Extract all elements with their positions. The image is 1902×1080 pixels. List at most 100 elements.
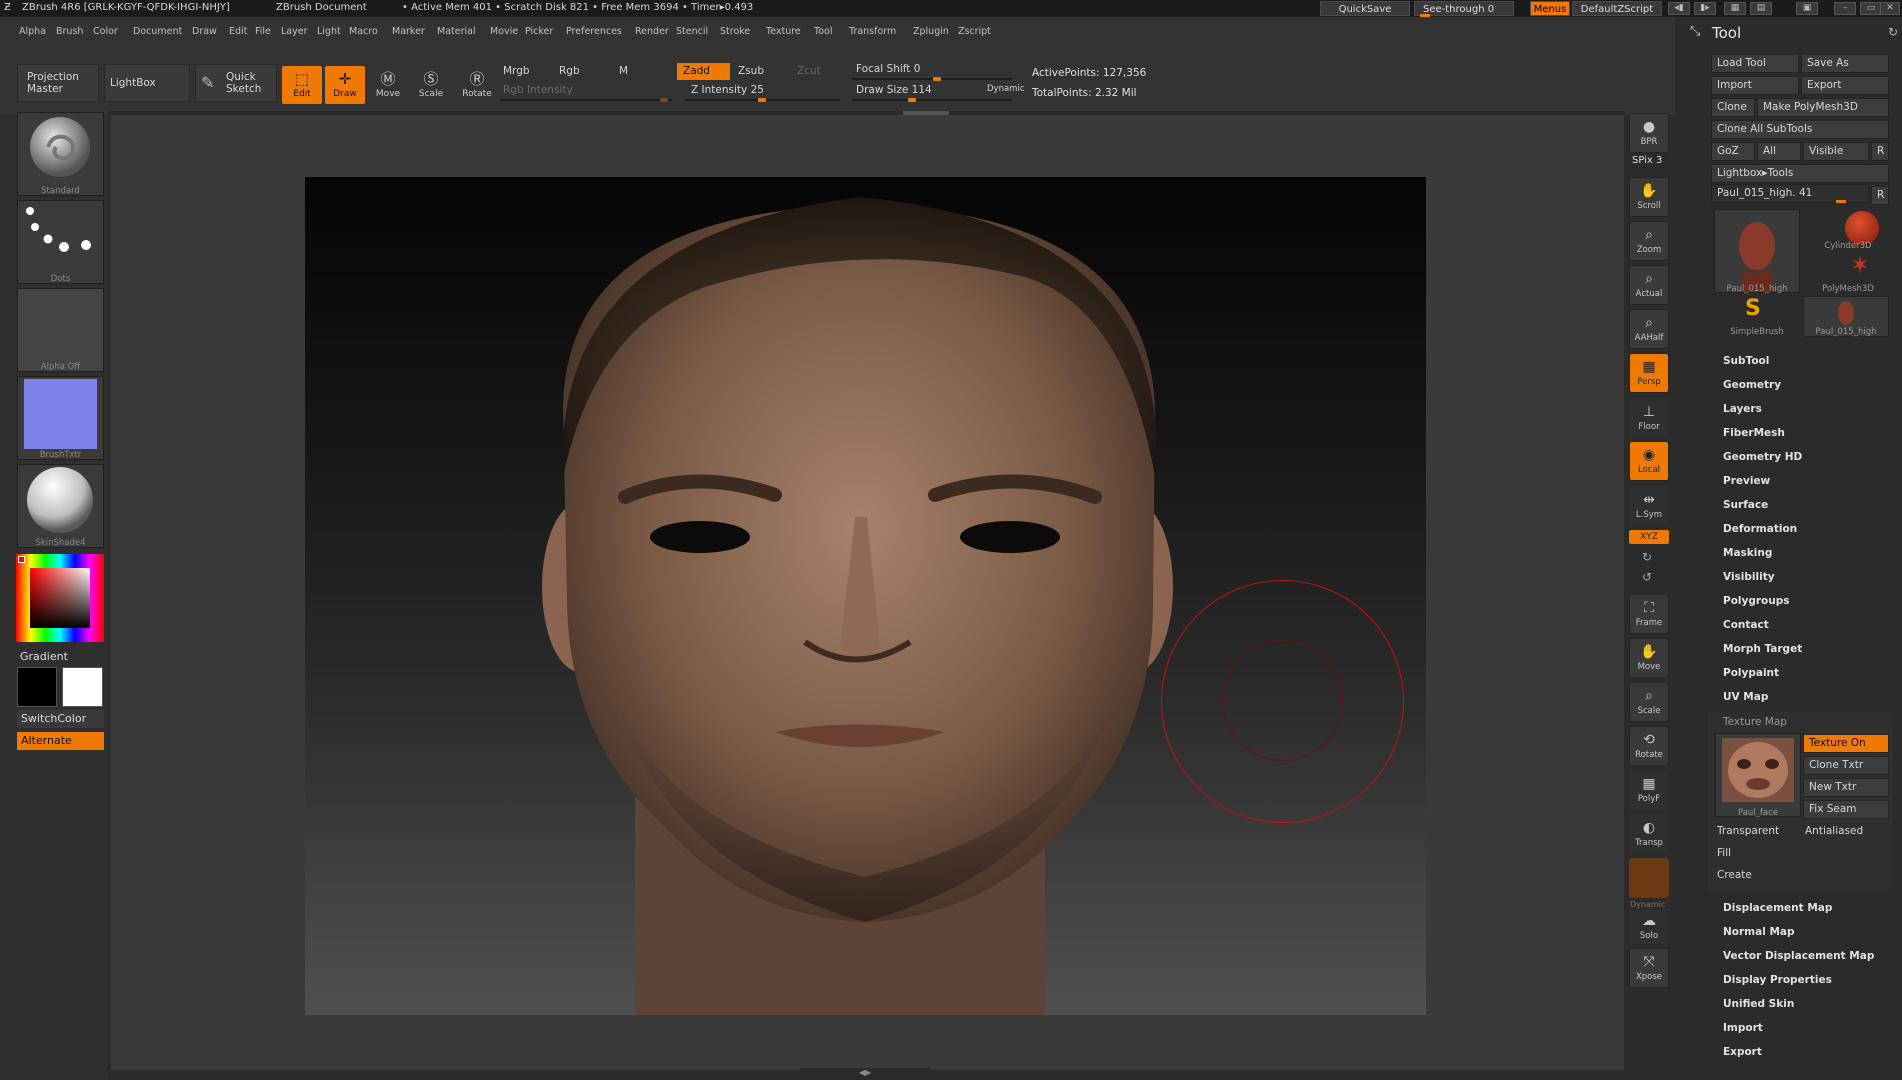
- alpha-picker[interactable]: [17, 288, 104, 372]
- clone-all-subtools-button[interactable]: Clone All SubTools: [1711, 120, 1889, 139]
- subpalette-geometry-hd[interactable]: Geometry HD: [1723, 451, 1802, 463]
- frame-button[interactable]: ⛶ Frame: [1629, 594, 1669, 634]
- layout-icon[interactable]: ▦: [1724, 2, 1746, 15]
- menu-edit[interactable]: Edit: [229, 26, 247, 37]
- clone-txtr-button[interactable]: Clone Txtr: [1803, 756, 1889, 775]
- subpalette-import[interactable]: Import: [1723, 1022, 1763, 1034]
- close-icon[interactable]: ✕: [1880, 2, 1900, 15]
- m-button[interactable]: M: [613, 63, 663, 80]
- simplebrush-icon[interactable]: S: [1745, 296, 1761, 321]
- subpalette-surface[interactable]: Surface: [1723, 499, 1768, 511]
- document-canvas[interactable]: [305, 177, 1426, 1015]
- draw-size-slider[interactable]: Draw Size 114: [850, 82, 980, 99]
- tool-thumb-paul[interactable]: [1714, 209, 1800, 293]
- rgb-button[interactable]: Rgb: [553, 63, 603, 80]
- load-tool-button[interactable]: Load Tool: [1711, 54, 1799, 73]
- menu-transform[interactable]: Transform: [849, 26, 896, 37]
- zcut-button[interactable]: Zcut: [791, 63, 841, 80]
- texture-picker[interactable]: [17, 376, 104, 460]
- texture-map-title[interactable]: Texture Map: [1723, 716, 1787, 728]
- menus-button[interactable]: Menus: [1530, 1, 1570, 16]
- rotate-view-button[interactable]: ⟲ Rotate: [1629, 726, 1669, 766]
- scale-view-button[interactable]: ⌕ Scale: [1629, 682, 1669, 722]
- subpalette-preview[interactable]: Preview: [1723, 475, 1770, 487]
- draw-size-knob[interactable]: [908, 98, 916, 102]
- subpalette-export[interactable]: Export: [1723, 1046, 1762, 1058]
- subpalette-subtool[interactable]: SubTool: [1723, 355, 1769, 367]
- clone-button[interactable]: Clone: [1711, 98, 1755, 117]
- menu-picker[interactable]: Picker: [525, 26, 553, 37]
- rgb-intensity-track[interactable]: [500, 99, 672, 101]
- goz-all-button[interactable]: All: [1757, 142, 1801, 161]
- draw-size-track[interactable]: [852, 99, 1012, 101]
- saturation-square[interactable]: [30, 568, 90, 628]
- transp-button[interactable]: ◐ Transp: [1629, 814, 1669, 854]
- subpalette-layers[interactable]: Layers: [1723, 403, 1762, 415]
- projection-master-button[interactable]: Projection Master: [17, 64, 99, 102]
- focal-shift-track[interactable]: [852, 78, 1012, 80]
- dynamic-toggle[interactable]: Dynamic: [987, 84, 1025, 94]
- switch-color-button[interactable]: SwitchColor: [17, 710, 104, 728]
- subpalette-vector-displacement-map[interactable]: Vector Displacement Map: [1723, 950, 1874, 962]
- rgb-intensity-knob[interactable]: [660, 98, 668, 102]
- menu-layer[interactable]: Layer: [281, 26, 308, 37]
- menu-alpha[interactable]: Alpha: [19, 26, 46, 37]
- goz-visible-button[interactable]: Visible: [1803, 142, 1869, 161]
- subpalette-visibility[interactable]: Visibility: [1723, 571, 1775, 583]
- cylinder3d-icon[interactable]: [1845, 211, 1879, 245]
- subpalette-polygroups[interactable]: Polygroups: [1723, 595, 1790, 607]
- tool-r-button[interactable]: R: [1871, 186, 1889, 205]
- local-button[interactable]: ◉ Local: [1629, 441, 1669, 481]
- color-picker[interactable]: [16, 554, 104, 642]
- stroke-picker[interactable]: [17, 200, 104, 284]
- tool-thumb-label-simplebrush[interactable]: SimpleBrush: [1714, 327, 1800, 337]
- menu-material[interactable]: Material: [437, 26, 476, 37]
- rotate-z-icon[interactable]: ↺: [1642, 570, 1652, 584]
- focal-shift-slider[interactable]: Focal Shift 0: [850, 61, 1010, 78]
- draw-button[interactable]: ✛ Draw: [325, 66, 365, 104]
- goz-button[interactable]: GoZ: [1711, 142, 1755, 161]
- actual-button[interactable]: ⌕ Actual: [1629, 265, 1669, 305]
- z-intensity-knob[interactable]: [758, 98, 766, 102]
- menu-light[interactable]: Light: [317, 26, 341, 37]
- fix-seam-button[interactable]: Fix Seam: [1803, 800, 1889, 819]
- lsym-button[interactable]: ⇹ L.Sym: [1629, 486, 1669, 526]
- menu-texture[interactable]: Texture: [766, 26, 801, 37]
- minimize-icon[interactable]: –: [1834, 2, 1856, 15]
- menu-tool[interactable]: Tool: [814, 26, 832, 37]
- subpalette-unified-skin[interactable]: Unified Skin: [1723, 998, 1794, 1010]
- zsub-button[interactable]: Zsub: [732, 63, 787, 80]
- lightbox-tools-button[interactable]: Lightbox▸Tools: [1711, 164, 1889, 183]
- gradient-label[interactable]: Gradient: [20, 650, 68, 663]
- tool-thumb-label-polymesh[interactable]: PolyMesh3D: [1806, 284, 1890, 294]
- subpalette-display-properties[interactable]: Display Properties: [1723, 974, 1832, 986]
- current-tool-knob[interactable]: [1836, 200, 1846, 203]
- palette-refresh-icon[interactable]: ↻: [1888, 25, 1898, 39]
- texture-on-button[interactable]: Texture On: [1803, 734, 1889, 753]
- subpalette-morph-target[interactable]: Morph Target: [1723, 643, 1802, 655]
- zadd-button[interactable]: Zadd: [677, 63, 730, 80]
- layout-alt-icon[interactable]: ▤: [1750, 2, 1772, 15]
- subpalette-fibermesh[interactable]: FiberMesh: [1723, 427, 1785, 439]
- subpalette-polypaint[interactable]: Polypaint: [1723, 667, 1779, 679]
- texture-thumb[interactable]: [1715, 733, 1801, 817]
- menu-brush[interactable]: Brush: [56, 26, 83, 37]
- edit-button[interactable]: ⬚ Edit: [282, 66, 322, 104]
- rotate-button[interactable]: Ⓡ Rotate: [457, 66, 497, 104]
- rgb-intensity-slider[interactable]: Rgb Intensity: [497, 82, 672, 99]
- menu-zplugin[interactable]: Zplugin: [913, 26, 949, 37]
- maximize-icon[interactable]: ▭: [1860, 2, 1882, 15]
- alternate-button[interactable]: Alternate: [17, 732, 104, 750]
- material-picker[interactable]: [17, 464, 104, 548]
- scroll-button[interactable]: ✋ Scroll: [1629, 177, 1669, 217]
- persp-button[interactable]: ▦ Persp: [1629, 353, 1669, 393]
- zoom-button[interactable]: ⌕ Zoom: [1629, 221, 1669, 261]
- move-view-button[interactable]: ✋ Move: [1629, 638, 1669, 678]
- ghost-button[interactable]: [1629, 858, 1669, 898]
- menu-macro[interactable]: Macro: [349, 26, 378, 37]
- lightbox-button[interactable]: LightBox: [104, 64, 190, 102]
- hue-marker[interactable]: [18, 556, 25, 563]
- secondary-color-swatch[interactable]: [17, 667, 57, 707]
- goz-r-button[interactable]: R: [1871, 142, 1889, 161]
- xpose-button[interactable]: ⤧ Xpose: [1629, 948, 1669, 988]
